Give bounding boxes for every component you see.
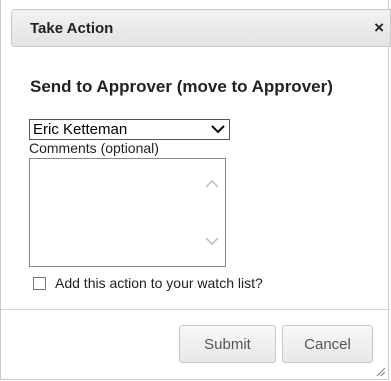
approver-select[interactable]: Eric Ketteman bbox=[29, 119, 230, 140]
submit-button[interactable]: Submit bbox=[179, 325, 276, 363]
footer-divider bbox=[1, 309, 390, 310]
chevron-down-icon bbox=[211, 125, 225, 134]
cancel-button[interactable]: Cancel bbox=[282, 325, 373, 363]
dialog-titlebar[interactable]: Take Action × bbox=[11, 9, 391, 47]
approver-select-value: Eric Ketteman bbox=[33, 121, 128, 138]
action-heading: Send to Approver (move to Approver) bbox=[30, 77, 333, 96]
watch-list-label[interactable]: Add this action to your watch list? bbox=[55, 275, 263, 291]
comments-label: Comments (optional) bbox=[29, 140, 159, 156]
watch-list-row[interactable]: Add this action to your watch list? bbox=[33, 275, 263, 291]
take-action-dialog: Take Action × Send to Approver (move to … bbox=[0, 0, 391, 380]
comments-textarea[interactable] bbox=[29, 158, 226, 267]
close-icon[interactable]: × bbox=[374, 19, 384, 37]
resize-grip-icon[interactable] bbox=[376, 367, 386, 377]
watch-list-checkbox[interactable] bbox=[33, 276, 46, 290]
chevron-down-icon[interactable] bbox=[205, 236, 219, 246]
dialog-title: Take Action bbox=[30, 20, 114, 37]
chevron-up-icon[interactable] bbox=[205, 179, 219, 189]
